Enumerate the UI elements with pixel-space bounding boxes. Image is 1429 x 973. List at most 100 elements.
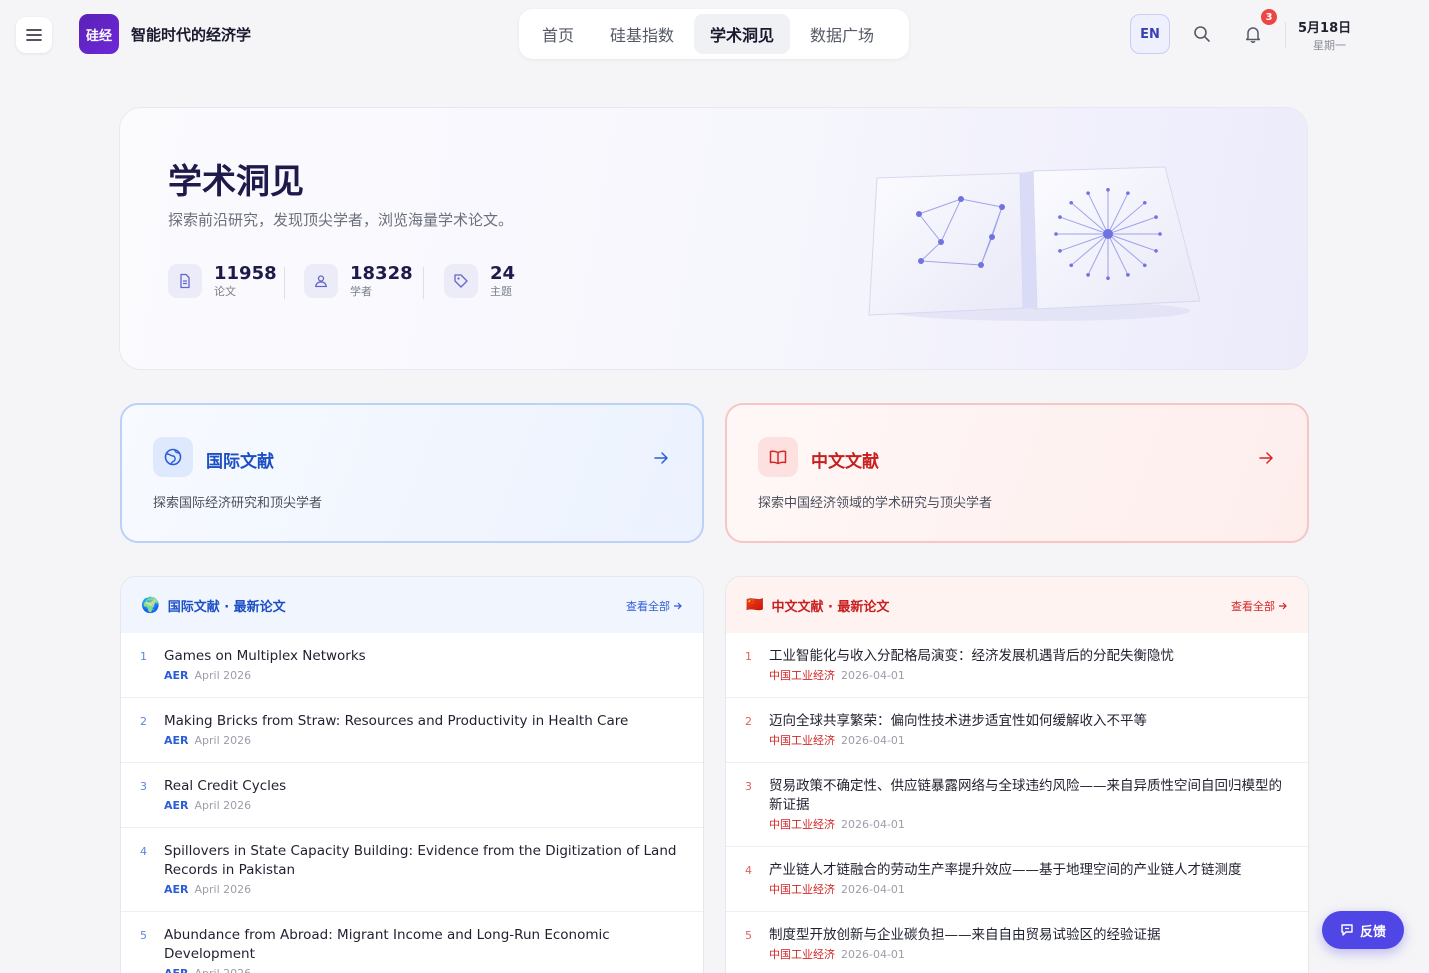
- paper-index: 1: [140, 650, 147, 663]
- stat-scholars: 18328 学者: [304, 263, 413, 299]
- paper-meta: 中国工业经济 2026-04-01: [769, 948, 1288, 962]
- arrow-right-icon: [1259, 452, 1273, 464]
- paper-journal: 中国工业经济: [769, 734, 835, 747]
- globe-emoji-icon: 🌍: [141, 596, 160, 614]
- paper-date: 2026-04-01: [841, 669, 905, 682]
- cn-card-desc: 探索中国经济领域的学术研究与顶尖学者: [758, 496, 993, 511]
- paper-title[interactable]: 制度型开放创新与企业碳负担——来自自由贸易试验区的经验证据: [769, 926, 1288, 945]
- stat-scholars-value: 18328: [350, 263, 413, 284]
- paper-row[interactable]: 2 Making Bricks from Straw: Resources and…: [121, 698, 703, 763]
- stat-papers-value: 11958: [214, 263, 277, 284]
- chinese-literature-card[interactable]: 中文文献 探索中国经济领域的学术研究与顶尖学者: [725, 403, 1309, 543]
- paper-title[interactable]: 产业链人才链融合的劳动生产率提升效应——基于地理空间的产业链人才链测度: [769, 861, 1288, 880]
- intl-latest-papers-panel: 🌍 国际文献 · 最新论文 查看全部 1 Games on Multiplex N…: [120, 576, 704, 973]
- page-subtitle: 探索前沿研究，发现顶尖学者，浏览海量学术论文。: [168, 211, 514, 229]
- paper-title[interactable]: Abundance from Abroad: Migrant Income an…: [164, 926, 683, 964]
- paper-date: April 2026: [194, 883, 252, 896]
- bell-icon: [1245, 27, 1261, 43]
- tag-icon: [444, 264, 478, 298]
- paper-row[interactable]: 5 Abundance from Abroad: Migrant Income a…: [121, 912, 703, 973]
- top-header: 硅经 智能时代的经济学 首页 硅基指数 学术洞见 数据广场 EN 3 5月18日…: [0, 0, 1429, 68]
- intl-card-title: 国际文献: [206, 452, 274, 472]
- stat-topics: 24 主题: [444, 263, 515, 299]
- paper-journal: 中国工业经济: [769, 818, 835, 831]
- brand-title: 智能时代的经济学: [131, 26, 252, 44]
- nav-data-plaza[interactable]: 数据广场: [794, 14, 890, 54]
- paper-date: 2026-04-01: [841, 948, 905, 961]
- paper-title[interactable]: Games on Multiplex Networks: [164, 647, 683, 666]
- paper-index: 5: [140, 929, 147, 942]
- intl-list-header: 🌍 国际文献 · 最新论文 查看全部: [121, 577, 703, 633]
- illustration-node: [1154, 215, 1158, 219]
- paper-journal: 中国工业经济: [769, 669, 835, 682]
- paper-journal: 中国工业经济: [769, 883, 835, 896]
- illustration-node: [1158, 232, 1162, 236]
- paper-date: April 2026: [194, 669, 252, 682]
- international-literature-card[interactable]: 国际文献 探索国际经济研究和顶尖学者: [120, 403, 704, 543]
- illustration-node: [1106, 276, 1110, 280]
- paper-row[interactable]: 4 产业链人才链融合的劳动生产率提升效应——基于地理空间的产业链人才链测度 中国工业…: [726, 847, 1308, 912]
- paper-journal: 中国工业经济: [769, 948, 835, 961]
- search-icon: [1194, 26, 1210, 42]
- illustration-node: [1086, 273, 1090, 277]
- paper-row[interactable]: 3 贸易政策不确定性、供应链暴露网络与全球违约风险——来自异质性空间自回归模型的新…: [726, 763, 1308, 847]
- paper-row[interactable]: 1 Games on Multiplex Networks AER April 202…: [121, 633, 703, 698]
- paper-index: 3: [745, 780, 752, 793]
- paper-row[interactable]: 5 制度型开放创新与企业碳负担——来自自由贸易试验区的经验证据 中国工业经济 2026…: [726, 912, 1308, 973]
- paper-title[interactable]: Making Bricks from Straw: Resources and …: [164, 712, 683, 731]
- paper-meta: AER April 2026: [164, 799, 683, 813]
- paper-journal: AER: [164, 967, 189, 973]
- paper-row[interactable]: 1 工业智能化与收入分配格局演变：经济发展机遇背后的分配失衡隐忧 中国工业经济 202…: [726, 633, 1308, 698]
- paper-meta: AER April 2026: [164, 734, 683, 748]
- paper-meta: 中国工业经济 2026-04-01: [769, 669, 1288, 683]
- paper-title[interactable]: 贸易政策不确定性、供应链暴露网络与全球违约风险——来自异质性空间自回归模型的新证…: [769, 777, 1288, 815]
- hero-section: 学术洞见 探索前沿研究，发现顶尖学者，浏览海量学术论文。 11958 论文 18…: [119, 107, 1308, 370]
- notification-badge: 3: [1261, 9, 1277, 25]
- open-book-illustration: [868, 166, 1201, 321]
- menu-button[interactable]: [16, 17, 52, 53]
- illustration-node: [1142, 263, 1147, 268]
- cn-view-all-link[interactable]: 查看全部: [1231, 598, 1288, 614]
- arrow-right-icon: [1279, 602, 1287, 610]
- paper-index: 4: [140, 845, 147, 858]
- main-nav: 首页 硅基指数 学术洞见 数据广场: [519, 9, 909, 59]
- china-flag-icon: 🇨🇳: [746, 597, 764, 613]
- cn-card-title: 中文文献: [811, 452, 879, 472]
- language-toggle-button[interactable]: EN: [1130, 14, 1170, 54]
- cn-latest-papers-panel: 🇨🇳 中文文献 · 最新论文 查看全部 1 工业智能化与收入分配格局演变：经济发展…: [725, 576, 1309, 973]
- logo[interactable]: 硅经: [79, 14, 119, 54]
- paper-journal: AER: [164, 883, 189, 896]
- feedback-button[interactable]: 反馈: [1322, 911, 1404, 949]
- paper-index: 2: [140, 715, 147, 728]
- paper-title[interactable]: 工业智能化与收入分配格局演变：经济发展机遇背后的分配失衡隐忧: [769, 647, 1288, 666]
- paper-journal: AER: [164, 669, 189, 682]
- document-icon: [168, 264, 202, 298]
- nav-academic-insights[interactable]: 学术洞见: [694, 14, 791, 54]
- illustration-node: [1126, 273, 1130, 277]
- paper-title[interactable]: Spillovers in State Capacity Building: E…: [164, 842, 683, 880]
- globe-icon: [153, 437, 193, 477]
- paper-title[interactable]: 迈向全球共享繁荣：偏向性技术进步适宜性如何缓解收入不平等: [769, 712, 1288, 731]
- view-all-label: 查看全部: [1231, 600, 1275, 613]
- stat-topics-label: 主题: [490, 285, 512, 298]
- paper-meta: AER April 2026: [164, 669, 683, 683]
- illustration-node: [1154, 249, 1158, 253]
- paper-date: 2026-04-01: [841, 734, 905, 747]
- paper-row[interactable]: 2 迈向全球共享繁荣：偏向性技术进步适宜性如何缓解收入不平等 中国工业经济 2026-…: [726, 698, 1308, 763]
- paper-index: 3: [140, 780, 147, 793]
- paper-meta: 中国工业经济 2026-04-01: [769, 818, 1288, 832]
- paper-row[interactable]: 3 Real Credit Cycles AER April 2026: [121, 763, 703, 828]
- cn-list-header: 🇨🇳 中文文献 · 最新论文 查看全部: [726, 577, 1308, 633]
- nav-home[interactable]: 首页: [526, 14, 590, 54]
- paper-row[interactable]: 4 Spillovers in State Capacity Building: …: [121, 828, 703, 912]
- intl-view-all-link[interactable]: 查看全部: [626, 598, 683, 614]
- nav-silicon-index[interactable]: 硅基指数: [594, 14, 690, 54]
- illustration-node: [1054, 232, 1058, 236]
- search-button[interactable]: [1185, 17, 1219, 51]
- paper-meta: AER April 2026: [164, 883, 683, 897]
- stat-topics-value: 24: [490, 263, 516, 284]
- paper-title[interactable]: Real Credit Cycles: [164, 777, 683, 796]
- stat-scholars-label: 学者: [350, 285, 372, 298]
- feedback-label: 反馈: [1359, 924, 1386, 940]
- paper-date: 2026-04-01: [841, 818, 905, 831]
